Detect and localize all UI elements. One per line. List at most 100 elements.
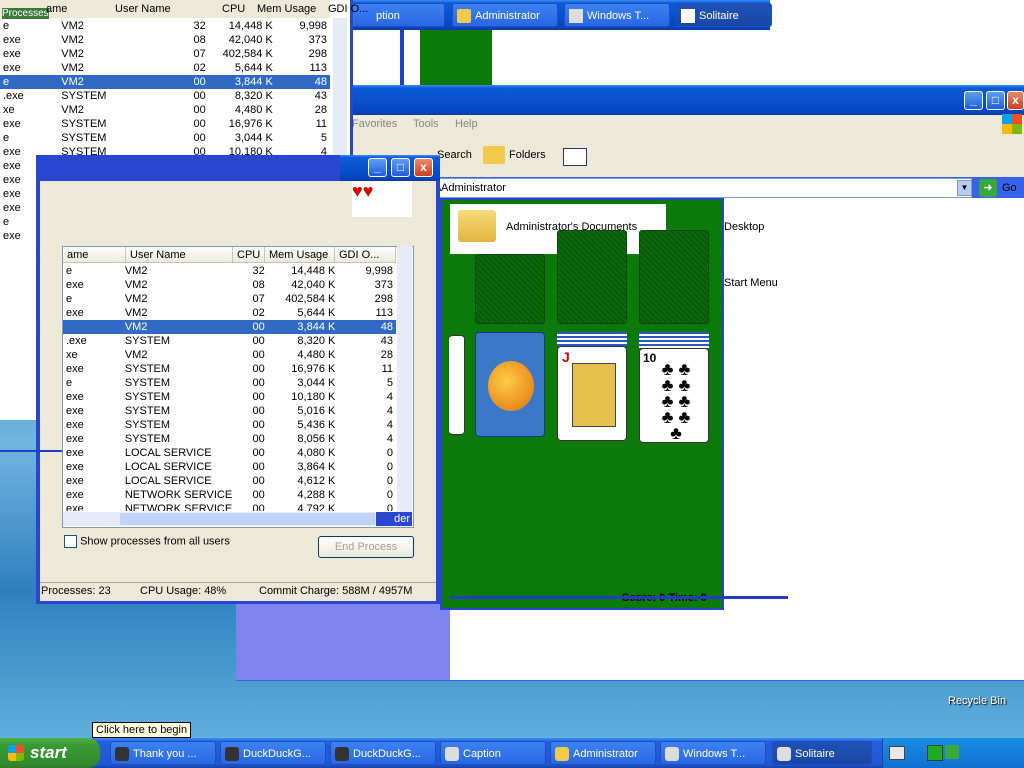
views-icon[interactable]: [563, 148, 587, 166]
explorer-maximize-button[interactable]: □: [986, 91, 1005, 110]
folder-start-menu[interactable]: Start Menu: [724, 277, 778, 289]
table-row[interactable]: xe VM2 00 4,480 K 28: [63, 348, 396, 362]
table-row[interactable]: xe VM2 00 4,480 K 28: [0, 103, 330, 117]
table-row[interactable]: exe NETWORK SERVICE 00 4,792 K 0: [63, 502, 396, 511]
col-image-name[interactable]: ame: [63, 247, 126, 263]
cell-name: .exe: [3, 90, 24, 102]
network-icon[interactable]: [927, 745, 943, 761]
volume-icon[interactable]: [945, 745, 959, 759]
vertical-scrollbar[interactable]: [397, 246, 412, 512]
cell-gdi: 0: [386, 475, 393, 487]
playing-card-partial[interactable]: [449, 335, 465, 435]
processes-tab-fragment[interactable]: Processes: [2, 8, 49, 19]
process-table: e VM2 32 14,448 K 9,998 exe VM2 08 42,040 K 373 e V…: [63, 264, 396, 511]
foundation-slot[interactable]: [557, 230, 627, 324]
col-cpu[interactable]: CPU: [233, 247, 265, 263]
table-row[interactable]: exe VM2 08 42,040 K 373: [63, 278, 396, 292]
table-row[interactable]: exe VM2 02 5,644 K 113: [0, 61, 330, 75]
go-arrow-icon[interactable]: ➜: [979, 179, 997, 197]
table-row[interactable]: VM2 00 3,844 K 48: [63, 320, 396, 334]
taskbar-item[interactable]: Windows T...: [660, 741, 766, 765]
table-row[interactable]: e VM2 07 402,584 K 298: [63, 292, 396, 306]
table-row[interactable]: exe VM2 02 5,644 K 113: [63, 306, 396, 320]
table-row[interactable]: e VM2 32 14,448 K 9,998: [63, 264, 396, 278]
cell-mem: 10,180 K: [291, 391, 336, 403]
table-row[interactable]: exe SYSTEM 00 8,056 K 4: [63, 432, 396, 446]
foundation-slot[interactable]: [475, 254, 545, 324]
table-row[interactable]: e SYSTEM 00 3,044 K 5: [63, 376, 396, 390]
explorer-minimize-button[interactable]: _: [964, 91, 983, 110]
folder-desktop[interactable]: Desktop: [724, 221, 764, 233]
end-process-button[interactable]: End Process: [318, 536, 414, 558]
table-row[interactable]: exe VM2 08 42,040 K 373: [0, 33, 330, 47]
search-button[interactable]: Search: [437, 149, 472, 161]
windows-flag-icon: [8, 745, 24, 761]
card-back-fish[interactable]: [475, 332, 545, 437]
col-gdi[interactable]: GDI O...: [328, 3, 368, 15]
cell-gdi: 28: [380, 349, 393, 361]
face-card-art: [572, 363, 616, 427]
table-row[interactable]: exe NETWORK SERVICE 00 4,288 K 0: [63, 488, 396, 502]
start-button[interactable]: start: [0, 738, 100, 768]
taskbar-item[interactable]: Caption: [440, 741, 546, 765]
col-gdi[interactable]: GDI O...: [335, 247, 396, 263]
start-tooltip: Click here to begin: [92, 722, 192, 738]
taskbar-item[interactable]: Thank you ...: [110, 741, 216, 765]
go-button[interactable]: Go: [1002, 182, 1017, 194]
table-row[interactable]: exe SYSTEM 00 10,180 K 4: [63, 390, 396, 404]
top-task-solitaire[interactable]: Solitaire: [676, 3, 772, 27]
table-row[interactable]: .exe SYSTEM 00 8,320 K 43: [63, 334, 396, 348]
cell-user: SYSTEM: [61, 90, 107, 102]
cell-name: exe: [66, 433, 84, 445]
table-row[interactable]: e VM2 00 3,844 K 48: [0, 75, 330, 89]
ten-of-clubs-card[interactable]: 10 ♣ ♣ ♣ ♣ ♣ ♣ ♣ ♣ ♣: [639, 348, 709, 443]
table-row[interactable]: exe LOCAL SERVICE 00 4,612 K 0: [63, 474, 396, 488]
table-row[interactable]: exe SYSTEM 00 16,976 K 11: [0, 117, 330, 131]
col-user-name[interactable]: User Name: [115, 3, 171, 15]
taskman-close-button[interactable]: x: [414, 158, 433, 177]
foundation-slot[interactable]: [639, 230, 709, 324]
table-row[interactable]: e SYSTEM 00 3,044 K 5: [0, 131, 330, 145]
taskman-minimize-button[interactable]: _: [368, 158, 387, 177]
table-row[interactable]: exe VM2 07 402,584 K 298: [0, 47, 330, 61]
explorer-close-button[interactable]: x: [1007, 91, 1024, 110]
show-all-users-checkbox[interactable]: Show processes from all users: [64, 535, 230, 548]
recycle-bin-label[interactable]: Recycle Bin: [948, 695, 1006, 707]
task-icon: [115, 747, 129, 761]
col-image-name[interactable]: ame: [46, 3, 67, 15]
col-user-name[interactable]: User Name: [126, 247, 233, 263]
jack-of-diamonds-card[interactable]: J: [557, 346, 627, 441]
table-row[interactable]: exe SYSTEM 00 16,976 K 11: [63, 362, 396, 376]
table-row[interactable]: exe SYSTEM 00 5,436 K 4: [63, 418, 396, 432]
cell-mem: 16,976 K: [228, 118, 273, 130]
taskbar-item[interactable]: Solitaire: [772, 741, 872, 765]
cell-user: VM2: [61, 62, 84, 74]
taskbar-item[interactable]: Administrator: [550, 741, 656, 765]
taskbar-item[interactable]: DuckDuckG...: [330, 741, 436, 765]
cell-cpu: 00: [193, 132, 206, 144]
table-row[interactable]: exe LOCAL SERVICE 00 3,864 K 0: [63, 460, 396, 474]
cell-gdi: 43: [380, 335, 393, 347]
cell-gdi: 11: [315, 118, 327, 130]
horizontal-scroll-thumb[interactable]: [120, 513, 375, 525]
taskman-maximize-button[interactable]: □: [391, 158, 410, 177]
table-row[interactable]: e VM2 32 14,448 K 9,998: [0, 19, 330, 33]
table-row[interactable]: exe LOCAL SERVICE 00 4,080 K 0: [63, 446, 396, 460]
cell-user: VM2: [61, 34, 84, 46]
col-cpu[interactable]: CPU: [222, 3, 245, 15]
address-dropdown-button[interactable]: ▼: [957, 180, 972, 196]
menu-tools[interactable]: Tools: [413, 118, 439, 130]
table-row[interactable]: exe SYSTEM 00 5,016 K 4: [63, 404, 396, 418]
menu-help[interactable]: Help: [455, 118, 478, 130]
table-row[interactable]: .exe SYSTEM 00 8,320 K 43: [0, 89, 330, 103]
cell-gdi: 298: [374, 293, 393, 305]
col-mem-usage[interactable]: Mem Usage: [257, 3, 316, 15]
top-task-administrator[interactable]: Administrator: [452, 3, 558, 27]
menu-favorites[interactable]: Favorites: [352, 118, 397, 130]
cell-name: xe: [66, 349, 78, 361]
keyboard-icon[interactable]: [889, 746, 905, 760]
top-task-windows[interactable]: Windows T...: [564, 3, 670, 27]
taskbar-item[interactable]: DuckDuckG...: [220, 741, 326, 765]
folders-button[interactable]: Folders: [509, 149, 546, 161]
col-mem-usage[interactable]: Mem Usage: [265, 247, 335, 263]
